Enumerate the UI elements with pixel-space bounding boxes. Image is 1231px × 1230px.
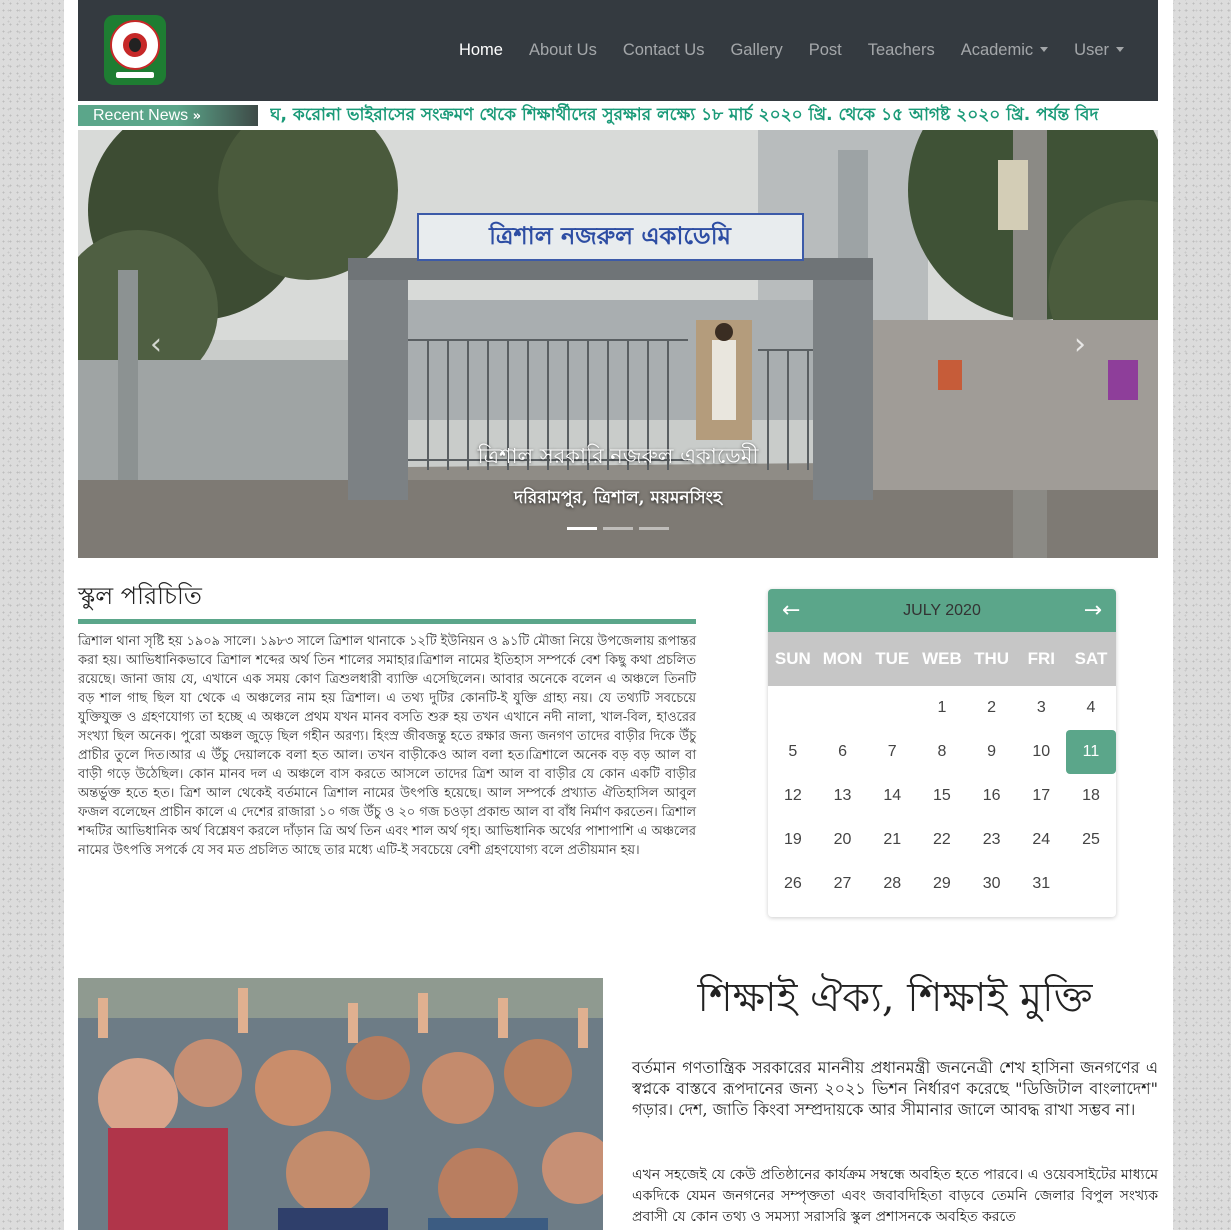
calendar-day[interactable]: 5 [768,730,818,774]
calendar-day[interactable]: 7 [867,730,917,774]
students-photo [78,978,603,1230]
calendar-day[interactable]: 6 [818,730,868,774]
double-chevron-right-icon: » [192,109,202,124]
calendar-day[interactable]: 23 [967,818,1017,862]
nav-menu: Home About Us Contact Us Gallery Post Te… [433,0,1124,101]
calendar-blank-cell [818,686,868,730]
calendar-day[interactable]: 17 [1016,774,1066,818]
slogan-paragraph-1: বর্তমান গণতান্ত্রিক সরকারের মাননীয় প্রধ… [632,1058,1158,1119]
nav-teachers[interactable]: Teachers [868,41,935,60]
nav-user-dropdown[interactable]: User [1074,41,1124,60]
carousel-indicator-2[interactable] [603,527,633,530]
intro-text: ত্রিশাল থানা সৃষ্টি হয় ১৯০৯ সালে। ১৯৮৩ … [78,634,696,858]
navbar: Home About Us Contact Us Gallery Post Te… [78,0,1158,101]
weekday-label: WEB [922,649,962,668]
calendar-day[interactable]: 14 [867,774,917,818]
students-celebrating-image [78,978,603,1230]
nav-post[interactable]: Post [809,41,842,60]
calendar-blank-cell [867,686,917,730]
calendar-day[interactable]: 13 [818,774,868,818]
calendar-weekdays: SUN MON TUE WEB THU FRI SAT [768,632,1116,686]
recent-news-label: Recent News » [78,105,258,126]
calendar-day[interactable]: 19 [768,818,818,862]
school-logo[interactable] [104,15,166,85]
nav-about-us[interactable]: About Us [529,41,597,60]
image-carousel[interactable]: ত্রিশাল নজরুল একাডেমি ‹ › ত্রিশাল সরকারি… [78,130,1158,558]
calendar-day[interactable]: 15 [917,774,967,818]
calendar-day[interactable]: 20 [818,818,868,862]
nav-academic-label: Academic [960,41,1034,59]
caret-down-icon [1116,47,1124,52]
calendar-day[interactable]: 1 [917,686,967,730]
arrow-right-icon[interactable]: → [1084,589,1102,632]
carousel-subtitle: দরিরামপুর, ত্রিশাল, ময়মনসিংহ [514,488,722,508]
weekday-label: FRI [1027,649,1055,668]
calendar-day[interactable]: 29 [917,862,967,906]
calendar-day[interactable]: 22 [917,818,967,862]
calendar-day[interactable]: 28 [867,862,917,906]
calendar-day[interactable]: 27 [818,862,868,906]
nav-gallery[interactable]: Gallery [730,41,782,60]
calendar-day[interactable]: 31 [1016,862,1066,906]
calendar-header: ← JULY 2020 → [768,589,1116,632]
logo-emblem [110,20,160,70]
carousel-indicator-3[interactable] [639,527,669,530]
carousel-indicator-1[interactable] [567,527,597,530]
calendar-day[interactable]: 25 [1066,818,1116,862]
calendar-day[interactable]: 2 [967,686,1017,730]
weekday-label: THU [974,649,1010,668]
calendar-day[interactable]: 12 [768,774,818,818]
calendar-days: 1 2 3 4 5 6 7 8 9 10 11 12 13 14 15 16 17 18 19 20 21 22 23 24 2… [768,686,1116,906]
carousel-title: ত্রিশাল সরকারি নজরুল একাডেমী [477,444,759,468]
news-ticker[interactable]: ঘ, করোনা ভাইরাসের সংক্রমণ থেকে শিক্ষার্থ… [270,101,1160,129]
calendar-month-label: JULY 2020 [903,602,981,619]
calendar-day[interactable]: 24 [1016,818,1066,862]
weekday-label: SUN [774,649,811,668]
nav-home[interactable]: Home [459,41,503,60]
calendar-day[interactable]: 10 [1016,730,1066,774]
nav-user-label: User [1074,41,1109,59]
weekday-label: SAT [1074,649,1108,668]
slogan-title: শিক্ষাই ঐক্য, শিক্ষাই মুক্তি [697,975,1093,1021]
calendar-day[interactable]: 21 [867,818,917,862]
calendar-day[interactable]: 8 [917,730,967,774]
recent-news-text: Recent News [93,107,189,124]
calendar-day[interactable]: 3 [1016,686,1066,730]
page: Home About Us Contact Us Gallery Post Te… [64,0,1173,1230]
carousel-caption: ত্রিশাল সরকারি নজরুল একাডেমী দরিরামপুর, … [78,440,1158,513]
carousel-indicators [567,527,675,530]
caret-down-icon [1040,47,1049,52]
gate-sign-text: ত্রিশাল নজরুল একাডেমি [488,221,733,250]
calendar-day-today[interactable]: 11 [1066,730,1116,774]
calendar-day[interactable]: 9 [967,730,1017,774]
calendar-day[interactable]: 16 [967,774,1017,818]
intro-divider [78,619,696,624]
calendar-day[interactable]: 30 [967,862,1017,906]
arrow-left-icon[interactable]: ← [782,589,800,632]
intro-heading: স্কুল পরিচিতি [78,582,202,610]
weekday-label: MON [822,649,863,668]
calendar-day[interactable]: 18 [1066,774,1116,818]
calendar-day[interactable]: 4 [1066,686,1116,730]
carousel-prev-icon[interactable]: ‹ [150,327,162,362]
calendar-widget: ← JULY 2020 → SUN MON TUE WEB THU FRI SAT 1234… [768,589,1116,917]
carousel-next-icon[interactable]: › [1074,327,1086,362]
nav-contact-us[interactable]: Contact Us [623,41,705,60]
nav-academic-dropdown[interactable]: Academic [960,41,1049,60]
calendar-day[interactable]: 26 [768,862,818,906]
weekday-label: TUE [875,649,910,668]
slogan-paragraph-2: এখন সহজেই যে কেউ প্রতিষ্ঠানের কার্যক্রম … [632,1167,1158,1225]
calendar-blank-cell [768,686,818,730]
